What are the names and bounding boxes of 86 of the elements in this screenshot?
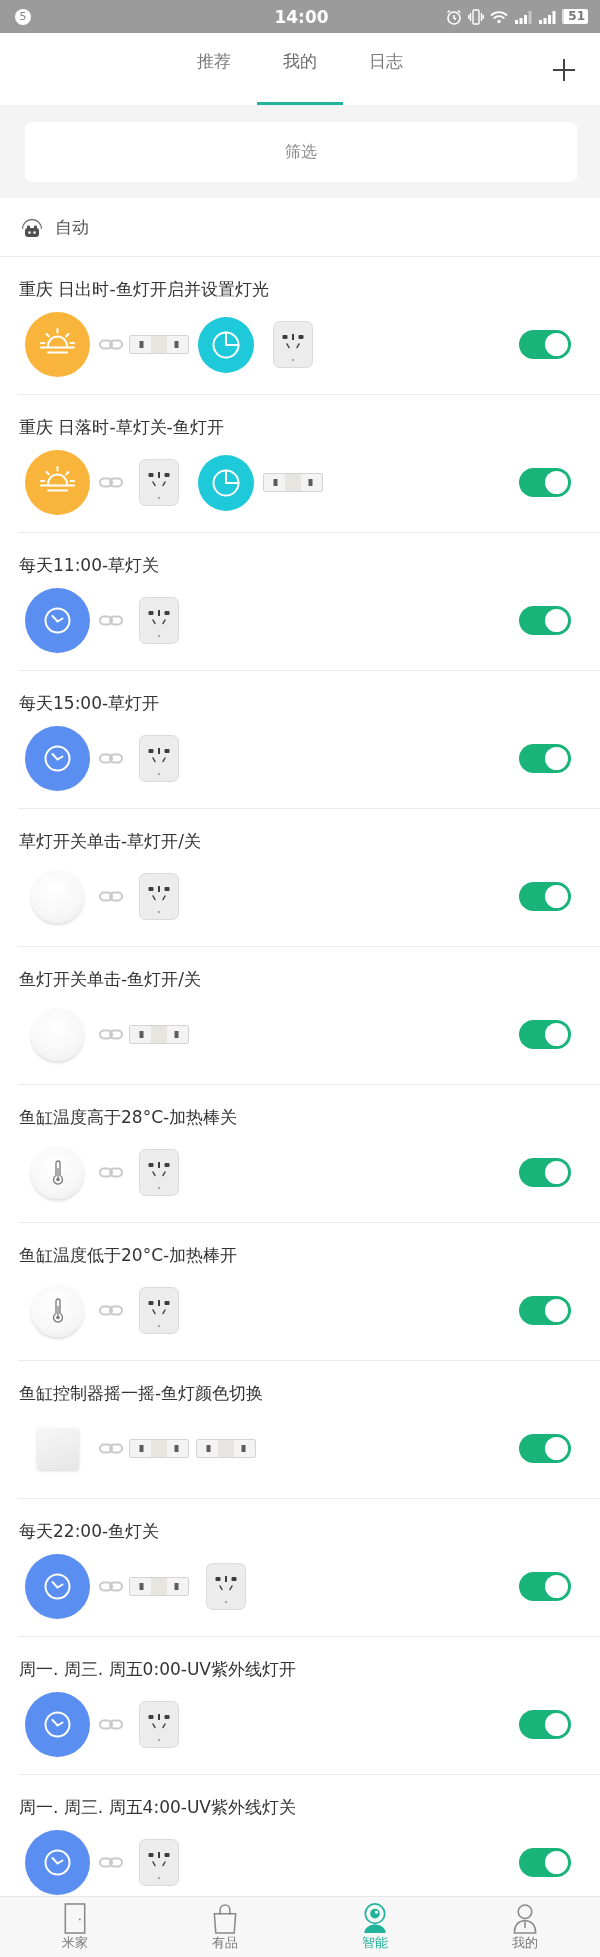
power-socket-icon: [138, 459, 179, 506]
sunrise-icon: [25, 312, 90, 377]
link-icon: [99, 1029, 123, 1040]
light-strip-icon: [128, 335, 189, 354]
automation-title: 周一. 周三. 周五0:00-UV紫外线灯开: [19, 1658, 297, 1681]
tab[interactable]: 推荐: [171, 33, 257, 105]
link-icon: [99, 339, 123, 350]
power-socket-icon: [138, 1287, 179, 1334]
toggle-switch[interactable]: [519, 1848, 571, 1877]
round-button-device-icon: [31, 870, 84, 923]
automation-title: 草灯开关单击-草灯开/关: [19, 830, 202, 853]
sunrise-icon: [25, 450, 90, 515]
automation-title: 鱼灯开关单击-鱼灯开/关: [19, 968, 202, 991]
nav-tab[interactable]: 有品: [150, 1897, 300, 1957]
power-socket-icon: [138, 597, 179, 644]
toggle-switch[interactable]: [519, 1710, 571, 1739]
automation-title: 每天11:00-草灯关: [19, 554, 161, 577]
timer-icon: [197, 316, 254, 373]
automation-title: 每天22:00-鱼灯关: [19, 1520, 161, 1543]
power-socket-icon: [138, 735, 179, 782]
toggle-switch[interactable]: [519, 330, 571, 359]
round-button-device-icon: [31, 1008, 84, 1061]
square-device-icon: [36, 1427, 79, 1470]
power-socket-icon: [272, 321, 313, 368]
link-icon: [99, 891, 123, 902]
alarm-clock-icon: [446, 8, 463, 25]
add-button[interactable]: [552, 58, 576, 82]
section-title: 自动: [55, 215, 89, 239]
timer-icon: [197, 454, 254, 511]
nav-tab[interactable]: 我的: [450, 1897, 600, 1957]
filter-button[interactable]: 筛选: [25, 122, 577, 182]
toggle-switch[interactable]: [519, 1434, 571, 1463]
clock-icon: [25, 588, 90, 653]
nav-tab[interactable]: 智能: [300, 1897, 450, 1957]
clock-icon: [25, 1554, 90, 1619]
automation-title: 鱼缸温度低于20°C-加热棒开: [19, 1244, 239, 1267]
toggle-switch[interactable]: [519, 1572, 571, 1601]
automation-title: 重庆 日落时-草灯关-鱼灯开: [19, 416, 225, 439]
link-icon: [99, 1167, 123, 1178]
toggle-switch[interactable]: [519, 1020, 571, 1049]
clock-icon: [25, 1692, 90, 1757]
light-strip-icon: [128, 1577, 189, 1596]
link-icon: [99, 1581, 123, 1592]
nav-tab[interactable]: 米家: [0, 1897, 150, 1957]
power-socket-icon: [138, 1701, 179, 1748]
automation-title: 周一. 周三. 周五4:00-UV紫外线灯关: [19, 1796, 297, 1819]
person-icon: [512, 1903, 538, 1934]
status-time: 14:00: [274, 6, 329, 27]
link-icon: [99, 1443, 123, 1454]
camera-icon: [362, 1903, 388, 1934]
toggle-switch[interactable]: [519, 468, 571, 497]
light-strip-icon: [128, 1439, 189, 1458]
light-strip-icon: [128, 1025, 189, 1044]
toggle-switch[interactable]: [519, 744, 571, 773]
link-icon: [99, 615, 123, 626]
thermometer-sensor-icon: [31, 1146, 84, 1199]
clock-icon: [25, 726, 90, 791]
power-socket-icon: [205, 1563, 246, 1610]
toggle-switch[interactable]: [519, 882, 571, 911]
toggle-switch[interactable]: [519, 1296, 571, 1325]
signal-icon: [538, 9, 557, 24]
shopping-bag-icon: [212, 1903, 238, 1934]
link-icon: [99, 753, 123, 764]
notification-badge: 5: [15, 8, 31, 25]
thermometer-sensor-icon: [31, 1284, 84, 1337]
door-icon: [62, 1903, 88, 1934]
wifi-icon: [490, 9, 509, 24]
link-icon: [99, 1857, 123, 1868]
automation-title: 每天15:00-草灯开: [19, 692, 161, 715]
link-icon: [99, 477, 123, 488]
automation-title: 鱼缸控制器摇一摇-鱼灯颜色切换: [19, 1382, 265, 1405]
link-icon: [99, 1305, 123, 1316]
light-strip-icon: [195, 1439, 256, 1458]
light-strip-icon: [262, 473, 323, 492]
power-socket-icon: [138, 873, 179, 920]
tab[interactable]: 日志: [343, 33, 429, 105]
automation-title: 鱼缸温度高于28°C-加热棒关: [19, 1106, 239, 1129]
battery-indicator: 51: [562, 9, 588, 24]
toggle-switch[interactable]: [519, 606, 571, 635]
vibrate-icon: [468, 8, 485, 25]
link-icon: [99, 1719, 123, 1730]
automation-title: 重庆 日出时-鱼灯开启并设置灯光: [19, 278, 270, 301]
signal-icon: [514, 9, 533, 24]
power-socket-icon: [138, 1839, 179, 1886]
power-socket-icon: [138, 1149, 179, 1196]
toggle-switch[interactable]: [519, 1158, 571, 1187]
